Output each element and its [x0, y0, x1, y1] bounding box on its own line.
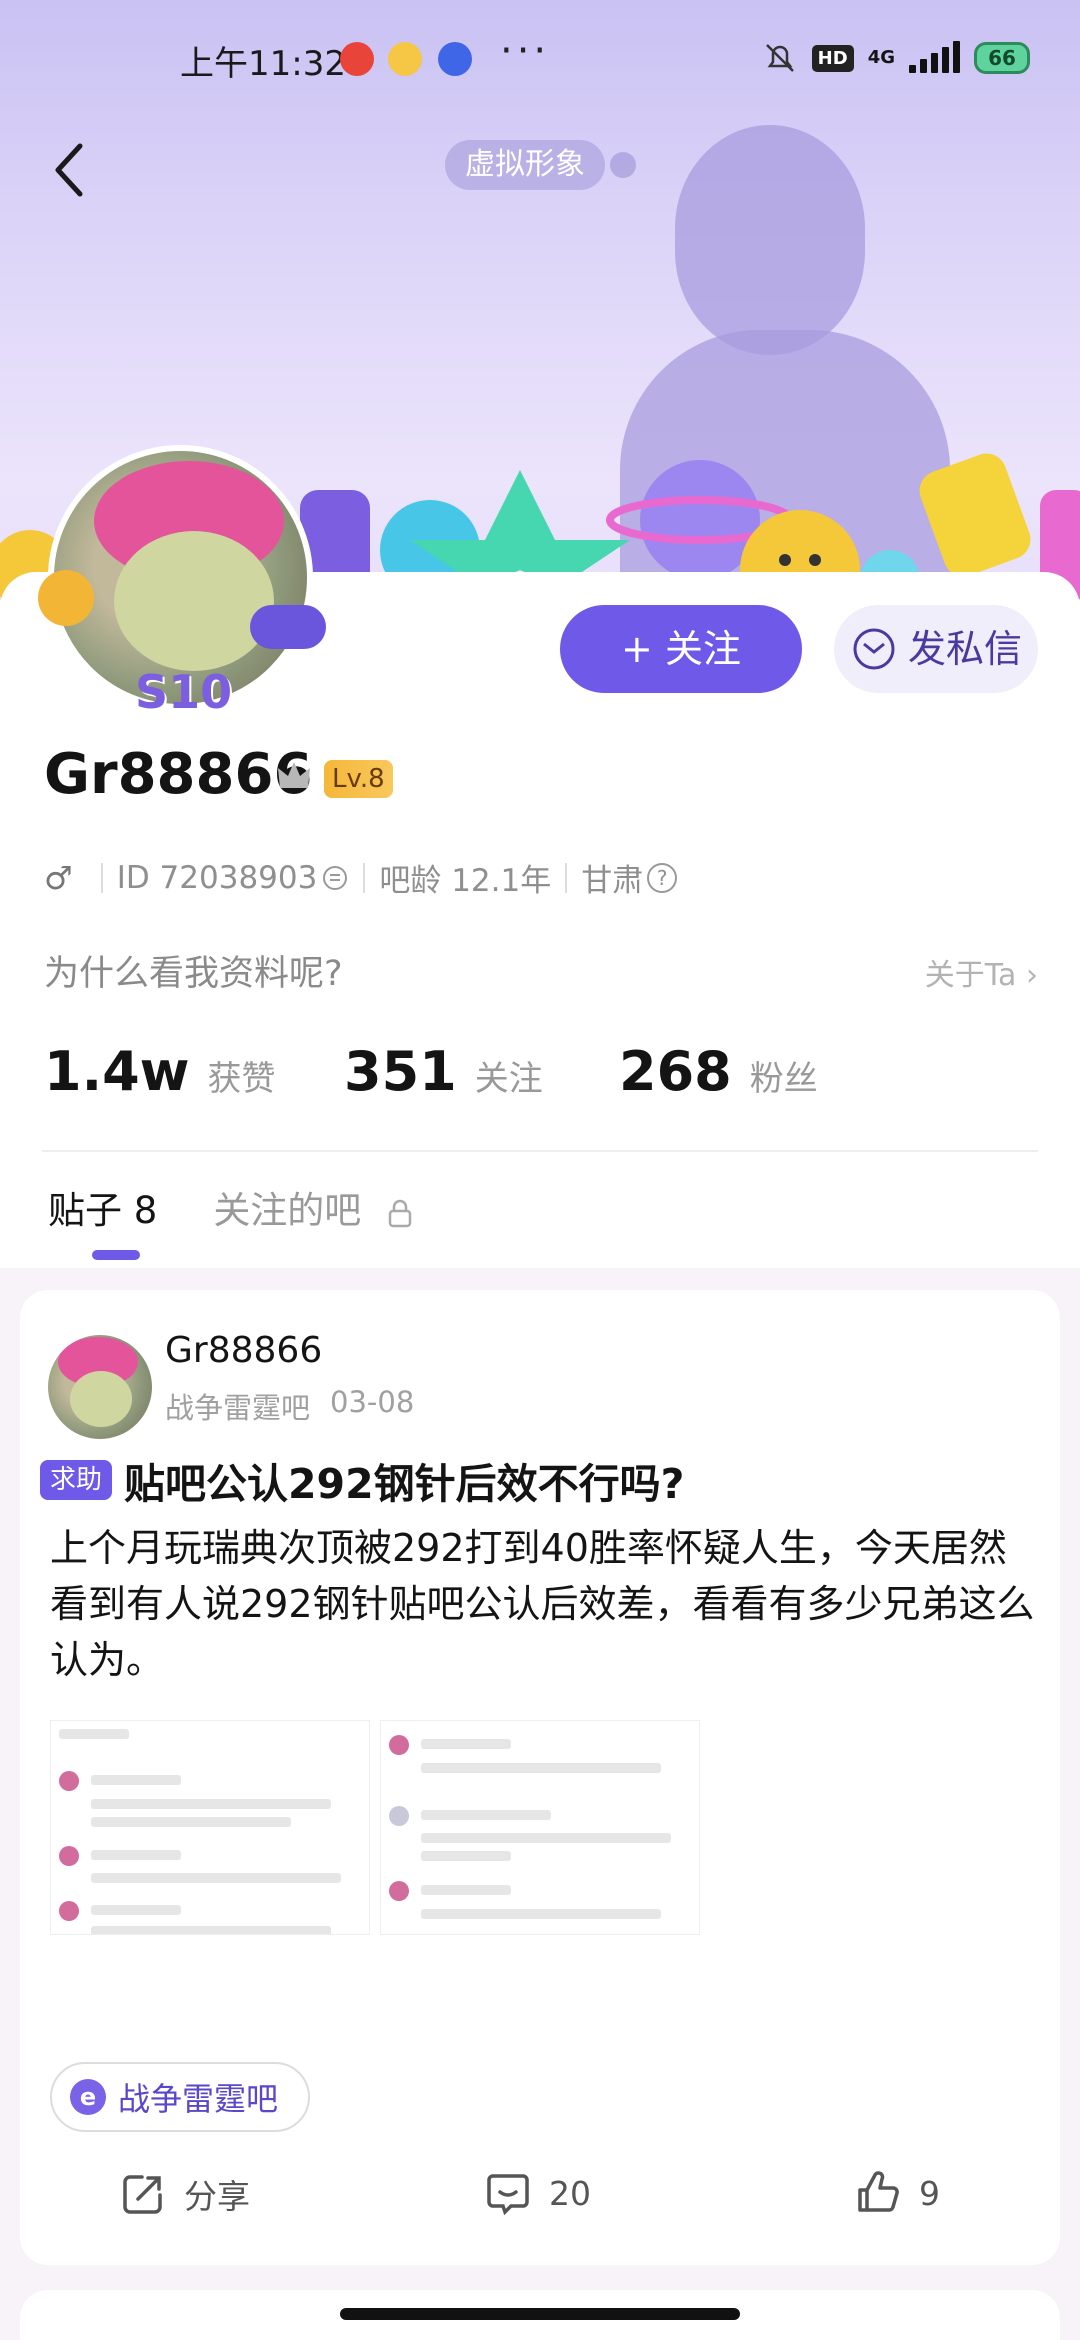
stat-following[interactable]: 351 关注	[344, 1040, 619, 1103]
network-type: 4G	[867, 47, 895, 68]
tab-posts[interactable]: 贴子 8	[48, 1180, 157, 1234]
thumbs-up-icon	[858, 2171, 899, 2212]
hd-indicator: HD	[811, 44, 854, 72]
forum-chip-label: 战争雷霆吧	[118, 2080, 279, 2118]
male-icon: ♂	[44, 858, 73, 897]
post-image-1[interactable]	[50, 1720, 370, 1935]
level-badge: Lv.8	[324, 760, 393, 798]
stat-label: 关注	[474, 1059, 543, 1099]
virtual-avatar-tag[interactable]: 虚拟形象	[445, 140, 605, 190]
post-title: 贴吧公认292钢针后效不行吗?	[124, 1460, 685, 1508]
active-tab-indicator	[92, 1250, 140, 1260]
signal-bars-icon	[909, 41, 960, 73]
tab-followed-bars[interactable]: 关注的吧	[213, 1180, 413, 1234]
post-title-row: 求助 贴吧公认292钢针后效不行吗?	[40, 1450, 684, 1510]
stat-likes[interactable]: 1.4w 获赞	[44, 1040, 344, 1103]
post-forum: 战争雷霆吧	[165, 1391, 311, 1425]
home-indicator[interactable]	[340, 2308, 740, 2320]
status-bar: 上午11:32 ··· HD 4G 66	[0, 0, 1080, 110]
comment-icon	[487, 2174, 529, 2216]
forum-logo-icon: e	[70, 2079, 106, 2115]
like-button[interactable]: 9	[855, 2170, 940, 2216]
stat-label: 粉丝	[749, 1059, 818, 1099]
tab-label: 关注的吧	[213, 1189, 362, 1232]
bar-age: 吧龄 12.1年	[379, 863, 552, 899]
stats-row: 1.4w 获赞 351 关注 268 粉丝	[44, 1040, 818, 1103]
stat-fans[interactable]: 268 粉丝	[619, 1040, 818, 1103]
post-card[interactable]: Gr88866 战争雷霆吧 03-08 求助 贴吧公认292钢针后效不行吗? 上…	[20, 1290, 1060, 2265]
share-button[interactable]: 分享	[120, 2170, 250, 2218]
avatar-tag-dot	[610, 152, 636, 178]
gamepad-icon	[250, 605, 326, 649]
comment-count: 20	[549, 2173, 591, 2213]
user-id[interactable]: ID 72038903	[117, 860, 318, 896]
post-date: 03-08	[330, 1385, 415, 1419]
post-body: 上个月玩瑞典次顶被292打到40胜率怀疑人生，今天居然看到有人说292钢针贴吧公…	[50, 1526, 1035, 1682]
follow-button[interactable]: + 关注	[560, 605, 802, 693]
post-author-avatar[interactable]	[48, 1335, 152, 1439]
help-tag: 求助	[40, 1460, 113, 1500]
weibo-app-icon	[340, 42, 374, 76]
private-message-label: 发私信	[908, 627, 1023, 671]
forum-chip[interactable]: e 战争雷霆吧	[50, 2062, 311, 2132]
mute-bell-icon	[765, 44, 794, 72]
stat-number: 268	[619, 1040, 732, 1103]
avatar-season-badge: S10	[135, 665, 233, 719]
about-label: 关于Ta	[924, 958, 1017, 993]
copy-id-icon[interactable]	[321, 864, 349, 892]
username: Gr88866	[44, 742, 313, 807]
battery-indicator: 66	[974, 42, 1030, 74]
post-image-2[interactable]	[380, 1720, 700, 1935]
stat-number: 1.4w	[44, 1040, 190, 1103]
visitor-prompt: 为什么看我资料呢?	[44, 954, 343, 994]
share-icon	[123, 2175, 162, 2214]
lock-icon	[388, 1199, 412, 1227]
profile-meta: ♂ ID 72038903 吧龄 12.1年 甘肃 ?	[44, 855, 678, 900]
region: 甘肃	[581, 863, 644, 899]
post-actions: 分享 20 9	[20, 2170, 1060, 2250]
status-time: 上午11:32	[180, 44, 346, 84]
divider	[42, 1150, 1038, 1152]
stat-number: 351	[344, 1040, 457, 1103]
back-arrow-icon[interactable]	[48, 140, 88, 200]
trophy-icon	[38, 570, 94, 626]
envelope-icon	[853, 628, 895, 670]
help-icon[interactable]: ?	[647, 862, 678, 893]
about-link[interactable]: 关于Ta ›	[925, 950, 1038, 994]
share-label: 分享	[184, 2177, 250, 2216]
profile-tabs: 贴子 8 关注的吧	[48, 1180, 413, 1234]
private-message-button[interactable]: 发私信	[834, 605, 1038, 693]
comment-button[interactable]: 20	[485, 2170, 591, 2216]
stat-label: 获赞	[207, 1059, 276, 1099]
post-author-name[interactable]: Gr88866	[165, 1330, 322, 1371]
more-notifications-icon: ···	[500, 28, 551, 74]
circle-app-icon	[438, 42, 472, 76]
meituan-app-icon	[388, 42, 422, 76]
chevron-right-icon: ›	[1026, 958, 1038, 993]
silhouette-head	[675, 125, 865, 355]
like-count: 9	[919, 2173, 940, 2213]
post-meta: 战争雷霆吧 03-08	[165, 1385, 414, 1427]
crown-badge-icon	[278, 762, 310, 788]
